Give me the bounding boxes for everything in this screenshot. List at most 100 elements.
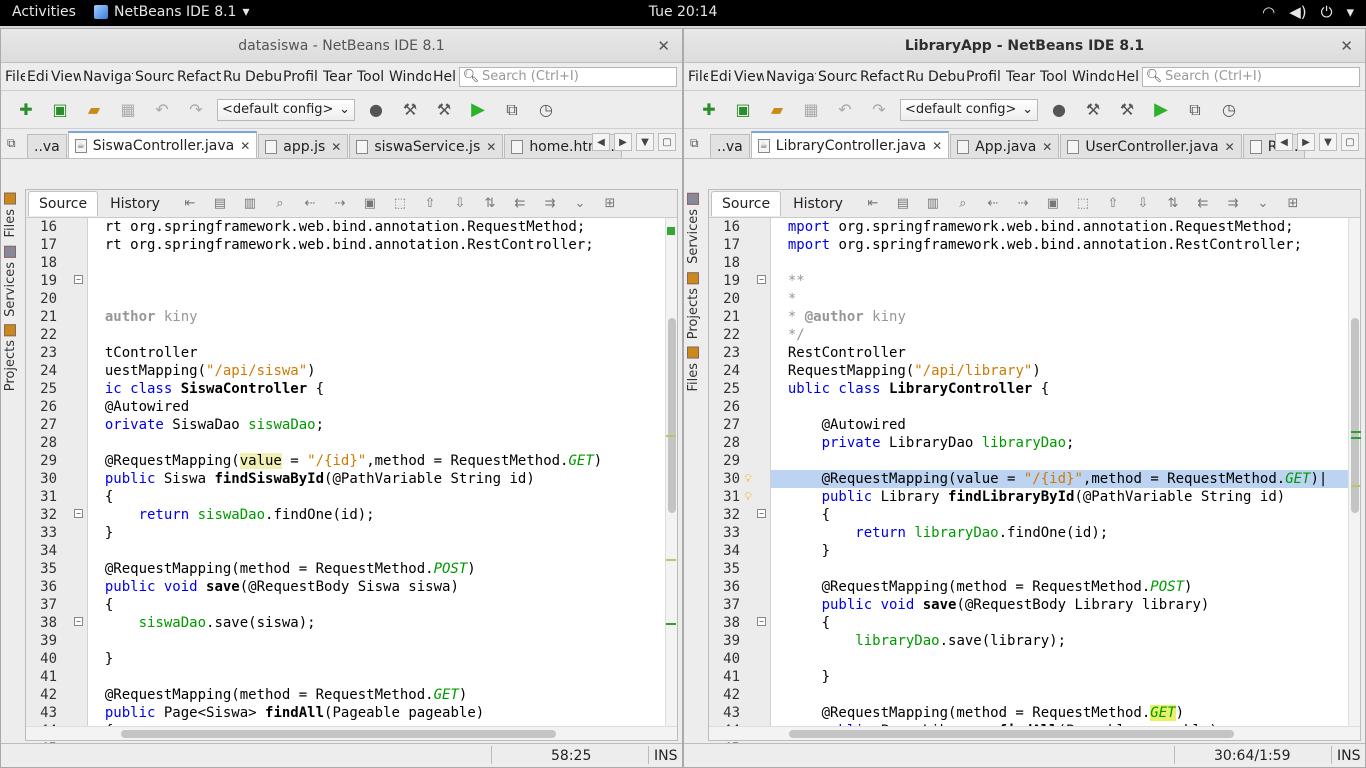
menu-source[interactable]: Sourc: [133, 69, 175, 85]
toggle-bookmark-icon[interactable]: ⇅: [1163, 196, 1183, 211]
fold-icon[interactable]: −: [757, 509, 766, 518]
code-area[interactable]: − − − − 16171819202122232425262728293031…: [26, 218, 677, 757]
fold-icon[interactable]: −: [74, 509, 83, 518]
open-project-icon[interactable]: ▰: [81, 97, 107, 123]
side-tab-services[interactable]: Services: [686, 189, 701, 268]
maximize-icon[interactable]: ▢: [1341, 133, 1359, 151]
tab-app-java[interactable]: App.java ✕: [950, 134, 1060, 158]
last-edit-icon[interactable]: ⇤: [180, 196, 200, 211]
menu-navigate[interactable]: Navigat: [764, 69, 816, 85]
search-input[interactable]: 🔍︎ Search (Ctrl+I): [1142, 66, 1360, 87]
toggle-highlight-icon[interactable]: ▣: [360, 196, 380, 211]
shift-right-icon[interactable]: ⇉: [540, 196, 560, 211]
find-icon[interactable]: ⌕: [953, 196, 973, 211]
warning-mark[interactable]: [1351, 485, 1361, 487]
menu-profile[interactable]: Profil: [281, 69, 321, 85]
scrollbar-thumb[interactable]: [789, 730, 1234, 738]
new-file-icon[interactable]: ✚: [696, 97, 722, 123]
shift-left-icon[interactable]: ⇇: [510, 196, 530, 211]
tab-scroll-left-icon[interactable]: ◀: [592, 133, 610, 151]
split-icon[interactable]: ⊞: [600, 196, 620, 211]
profile-icon[interactable]: ◷: [533, 97, 559, 123]
caret-position[interactable]: 58:25: [551, 748, 591, 764]
menu-window[interactable]: Windo: [1070, 69, 1114, 85]
tab-prev-file[interactable]: ..va: [27, 134, 67, 158]
menu-team[interactable]: Tear: [321, 69, 355, 85]
clean-build-icon[interactable]: ⚒: [1114, 97, 1140, 123]
shift-left-icon[interactable]: ⇇: [1193, 196, 1213, 211]
toggle-bookmark-icon[interactable]: ⇅: [480, 196, 500, 211]
new-file-icon[interactable]: ✚: [13, 97, 39, 123]
profile-icon[interactable]: ◷: [1216, 97, 1242, 123]
scrollbar-thumb[interactable]: [121, 730, 556, 738]
warning-mark[interactable]: [666, 435, 676, 437]
forward-icon[interactable]: ▥: [923, 196, 943, 211]
forward-icon[interactable]: ▥: [240, 196, 260, 211]
window-titlebar[interactable]: LibraryApp - NetBeans IDE 8.1 ✕: [684, 29, 1365, 63]
save-all-icon[interactable]: ▦: [798, 97, 824, 123]
build-hammer-icon[interactable]: ⚒: [1080, 97, 1106, 123]
menu-run[interactable]: Ru: [221, 69, 243, 85]
error-stripe[interactable]: [1349, 219, 1363, 741]
menu-help[interactable]: Hel: [1114, 69, 1140, 85]
config-select[interactable]: <default config> ⌄: [217, 98, 355, 121]
tab-librarycontroller[interactable]: ☕︎ LibraryController.java ✕: [750, 131, 950, 158]
change-mark[interactable]: [666, 623, 676, 625]
more-icon[interactable]: ⌄: [570, 196, 590, 211]
find-next-icon[interactable]: ⇢: [330, 196, 350, 211]
last-edit-icon[interactable]: ⇤: [863, 196, 883, 211]
tab-list-icon[interactable]: ▼: [636, 133, 654, 151]
toggle-selection-icon[interactable]: ⬚: [1073, 196, 1093, 211]
code-area[interactable]: − 💡︎ 💡︎ − − − 16171819202122232425262728…: [709, 218, 1360, 757]
redo-icon[interactable]: ↷: [866, 97, 892, 123]
build-hammer-icon[interactable]: ⚒: [397, 97, 423, 123]
find-prev-icon[interactable]: ⇠: [300, 196, 320, 211]
globe-icon[interactable]: ●: [1046, 97, 1072, 123]
volume-icon[interactable]: ◀): [1289, 3, 1306, 21]
menu-refactor[interactable]: Refact: [175, 69, 221, 85]
source-tab[interactable]: Source: [711, 191, 782, 216]
fold-icon[interactable]: −: [74, 275, 83, 284]
back-icon[interactable]: ▤: [893, 196, 913, 211]
history-tab[interactable]: History: [783, 192, 853, 216]
source-tab[interactable]: Source: [28, 191, 99, 216]
menu-tools[interactable]: Tool: [355, 69, 387, 85]
menu-view[interactable]: View: [49, 69, 81, 85]
find-icon[interactable]: ⌕: [270, 196, 290, 211]
side-tab-projects[interactable]: Projects: [686, 268, 701, 343]
debug-icon[interactable]: ⧉: [499, 97, 525, 123]
side-tab-services[interactable]: Services: [3, 242, 18, 321]
caret-position[interactable]: 30:64/1:59: [1214, 748, 1291, 764]
menu-team[interactable]: Tear: [1004, 69, 1038, 85]
tab-list-icon[interactable]: ▼: [1319, 133, 1337, 151]
search-input[interactable]: 🔍︎ Search (Ctrl+I): [459, 66, 677, 87]
side-tab-projects[interactable]: Projects: [3, 320, 18, 395]
close-tab-icon[interactable]: ✕: [932, 139, 942, 153]
restore-window-icon[interactable]: ⧉: [7, 136, 16, 151]
close-tab-icon[interactable]: ✕: [1042, 140, 1052, 154]
clean-build-icon[interactable]: ⚒: [431, 97, 457, 123]
menu-profile[interactable]: Profil: [964, 69, 1004, 85]
power-icon[interactable]: ⏻: [1321, 3, 1333, 21]
fold-icon[interactable]: −: [757, 617, 766, 626]
new-project-icon[interactable]: ▣: [730, 97, 756, 123]
maximize-icon[interactable]: ▢: [658, 133, 676, 151]
restore-window-icon[interactable]: ⧉: [690, 136, 699, 151]
menu-edit[interactable]: Edi: [25, 69, 49, 85]
prev-bookmark-icon[interactable]: ⇧: [420, 196, 440, 211]
lightbulb-hint-icon[interactable]: 💡︎: [744, 490, 752, 504]
menu-view[interactable]: View: [732, 69, 764, 85]
next-bookmark-icon[interactable]: ⇩: [450, 196, 470, 211]
debug-icon[interactable]: ⧉: [1182, 97, 1208, 123]
tab-siswacontroller[interactable]: ☕︎ SiswaController.java ✕: [67, 131, 258, 158]
back-icon[interactable]: ▤: [210, 196, 230, 211]
config-select[interactable]: <default config> ⌄: [900, 98, 1038, 121]
code-text[interactable]: rt org.springframework.web.bind.annotati…: [88, 218, 677, 726]
shift-right-icon[interactable]: ⇉: [1223, 196, 1243, 211]
fold-icon[interactable]: −: [757, 275, 766, 284]
tab-app-js[interactable]: app.js ✕: [258, 134, 349, 158]
chevron-down-icon[interactable]: ▾: [1346, 3, 1354, 21]
menu-file[interactable]: File: [3, 69, 25, 85]
save-all-icon[interactable]: ▦: [115, 97, 141, 123]
toggle-selection-icon[interactable]: ⬚: [390, 196, 410, 211]
